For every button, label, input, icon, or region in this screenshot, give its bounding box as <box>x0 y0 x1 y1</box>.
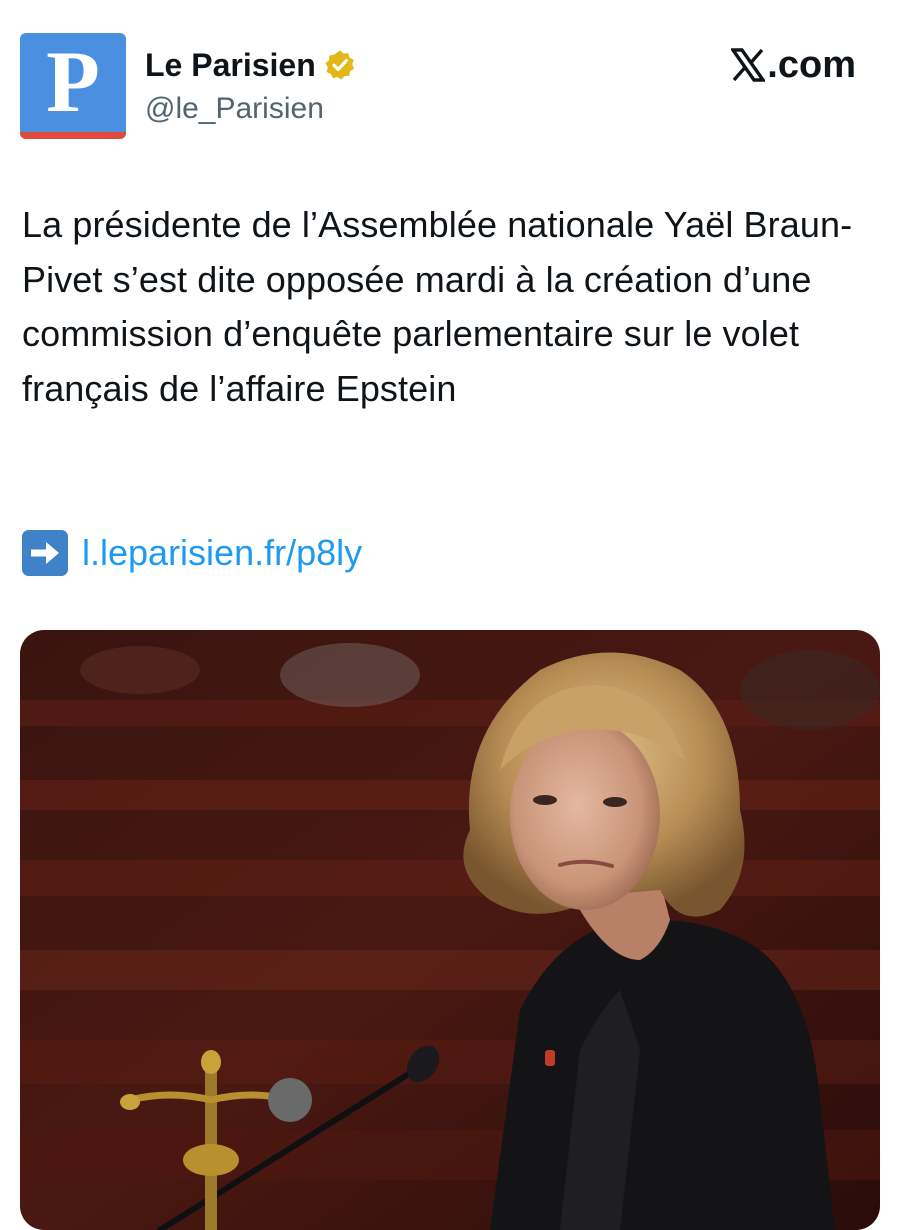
display-name[interactable]: Le Parisien <box>145 45 316 85</box>
handle[interactable]: @le_Parisien <box>145 90 324 128</box>
brand-text: .com <box>767 44 856 86</box>
right-arrow-emoji-icon <box>22 530 68 576</box>
name-row: Le Parisien <box>145 44 356 86</box>
avatar-stripe <box>20 132 126 139</box>
link-row: l.leparisien.fr/p8ly <box>22 526 362 580</box>
x-logo-icon <box>730 48 767 82</box>
tweet-header: P Le Parisien @le_Parisien .com <box>0 0 900 160</box>
avatar[interactable]: P <box>20 33 126 139</box>
tweet-photo[interactable] <box>20 630 880 1230</box>
x-brand: .com <box>730 42 856 88</box>
verified-badge-icon <box>324 49 356 81</box>
tweet-text: La présidente de l’Assemblée nationale Y… <box>22 204 853 409</box>
photo-illustration <box>20 630 880 1230</box>
article-link[interactable]: l.leparisien.fr/p8ly <box>82 526 362 580</box>
avatar-logo-letter: P <box>46 34 100 131</box>
